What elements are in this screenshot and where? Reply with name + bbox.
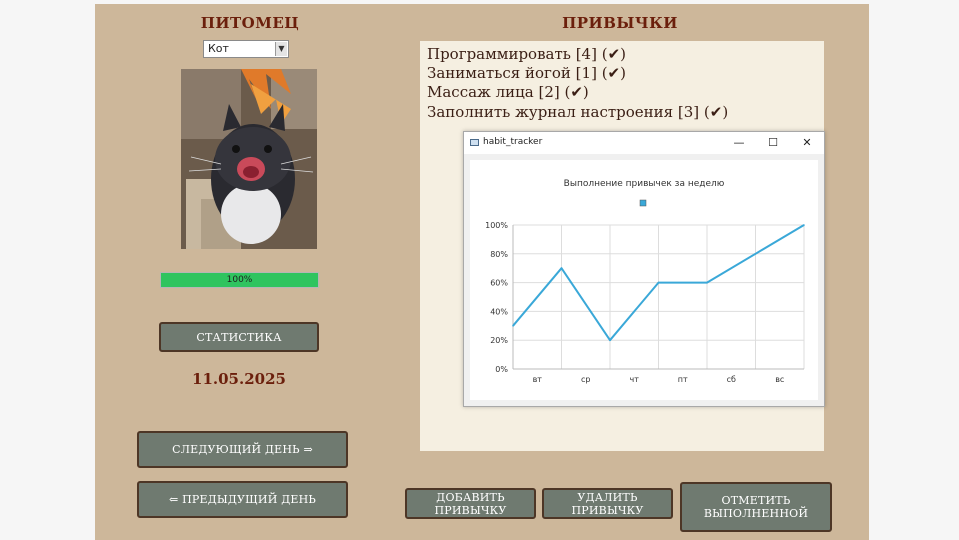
habit-item[interactable]: Программировать [4] (✔) xyxy=(427,45,626,63)
y-tick-label: 100% xyxy=(485,221,508,230)
legend-marker xyxy=(639,199,647,207)
line-chart: Выполнение привычек за неделю 0% 20% 40% 60%… xyxy=(485,179,805,384)
habits-heading: ПРИВЫЧКИ xyxy=(562,14,678,32)
mark-done-button[interactable]: ОТМЕТИТЬ ВЫПОЛНЕННОЙ xyxy=(680,482,832,532)
x-tick-label: вс xyxy=(775,375,784,384)
x-tick-label: сб xyxy=(727,375,736,384)
pet-select[interactable]: Кот ▼ xyxy=(203,40,289,58)
data-point xyxy=(706,281,708,284)
pet-heading: ПИТОМЕЦ xyxy=(200,14,300,32)
close-icon[interactable]: ✕ xyxy=(792,134,822,152)
pet-progress-bar: 100% xyxy=(160,272,319,288)
minimize-icon[interactable]: — xyxy=(724,134,754,152)
chevron-down-icon[interactable]: ▼ xyxy=(275,42,287,56)
add-habit-button[interactable]: ДОБАВИТЬ ПРИВЫЧКУ xyxy=(405,488,536,519)
current-date: 11.05.2025 xyxy=(192,370,286,388)
pet-photo xyxy=(181,69,317,249)
data-point xyxy=(657,281,660,284)
y-tick-label: 40% xyxy=(490,307,508,316)
habit-item[interactable]: Заниматься йогой [1] (✔) xyxy=(427,64,626,82)
chart-window-titlebar[interactable]: habit_tracker — ☐ ✕ xyxy=(464,132,824,154)
x-tick-label: вт xyxy=(533,375,543,384)
data-point xyxy=(512,325,514,327)
app-icon xyxy=(470,139,479,146)
y-tick-label: 80% xyxy=(490,250,508,259)
maximize-icon[interactable]: ☐ xyxy=(758,134,788,152)
data-point xyxy=(754,253,757,255)
delete-habit-button[interactable]: УДАЛИТЬ ПРИВЫЧКУ xyxy=(542,488,673,519)
x-tick-label: пт xyxy=(678,375,688,384)
y-tick-label: 0% xyxy=(495,365,508,374)
statistics-button[interactable]: СТАТИСТИКА xyxy=(159,322,319,352)
habit-item[interactable]: Массаж лица [2] (✔) xyxy=(427,83,589,101)
mark-done-label-line1: ОТМЕТИТЬ xyxy=(721,494,791,507)
progress-label: 100% xyxy=(226,275,253,285)
chart-area: Выполнение привычек за неделю 0% 20% 40% 60%… xyxy=(470,160,818,400)
previous-day-button[interactable]: ⇐ ПРЕДЫДУЩИЙ ДЕНЬ xyxy=(137,481,348,518)
y-tick-label: 60% xyxy=(490,279,508,288)
habit-item[interactable]: Заполнить журнал настроения [3] (✔) xyxy=(427,103,728,121)
x-tick-label: ср xyxy=(581,375,590,384)
chart-window-title: habit_tracker xyxy=(483,137,543,147)
next-day-button[interactable]: СЛЕДУЮЩИЙ ДЕНЬ ⇒ xyxy=(137,431,348,468)
data-point xyxy=(609,339,611,341)
data-point xyxy=(560,267,563,269)
chart-title: Выполнение привычек за неделю xyxy=(564,179,725,189)
y-tick-label: 20% xyxy=(490,336,508,345)
mark-done-label-line2: ВЫПОЛНЕННОЙ xyxy=(703,507,809,520)
pet-select-value: Кот xyxy=(208,42,229,55)
x-tick-label: чт xyxy=(630,375,640,384)
data-point xyxy=(803,224,805,226)
chart-window: habit_tracker — ☐ ✕ Выполнение привычек … xyxy=(463,131,825,407)
